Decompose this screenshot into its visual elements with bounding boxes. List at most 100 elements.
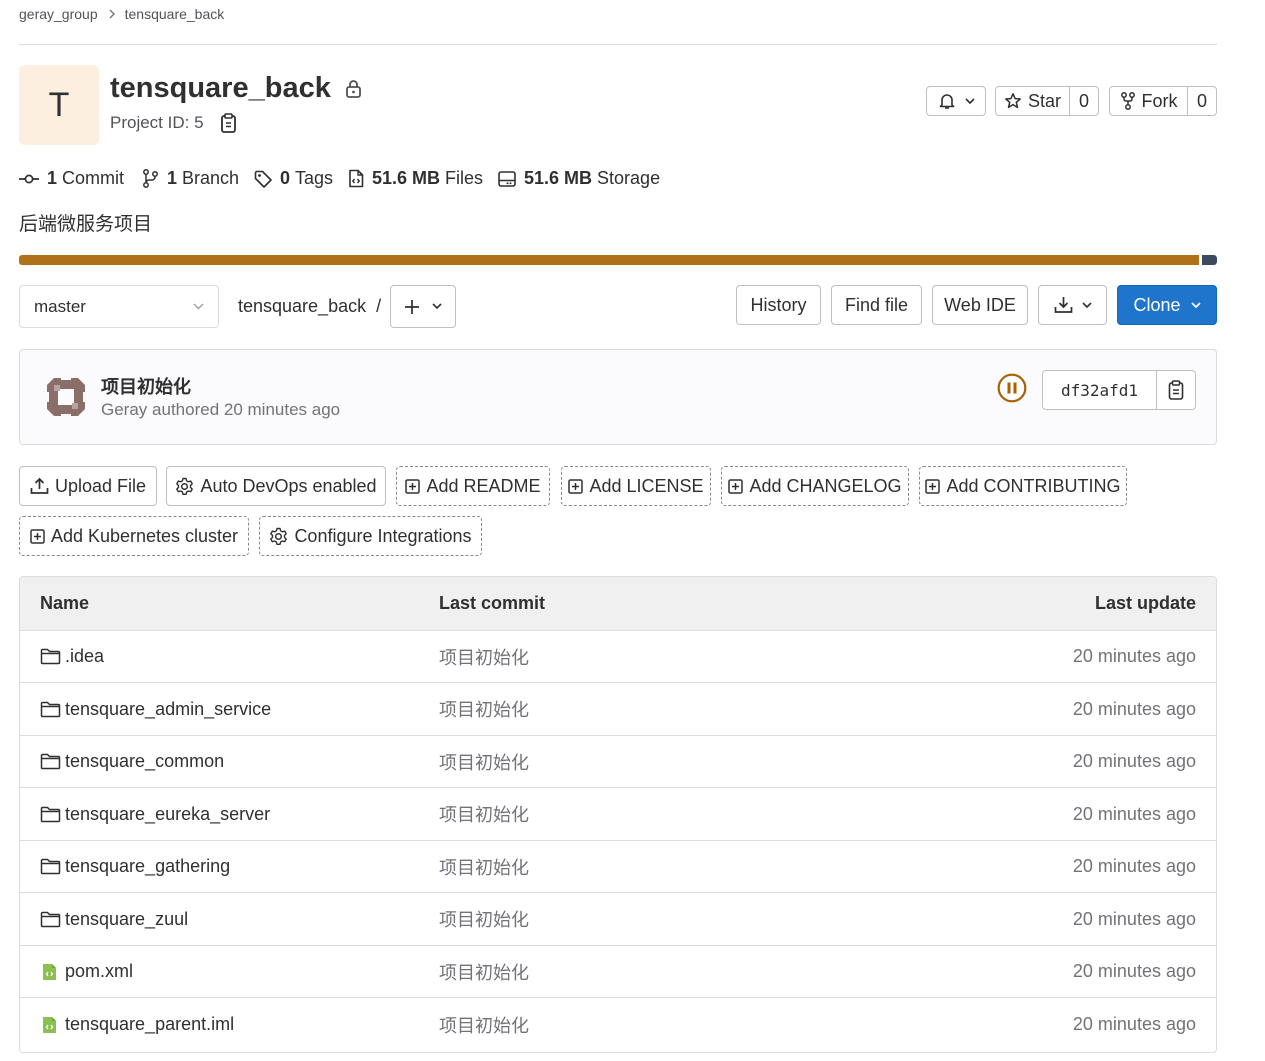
file-name[interactable]: tensquare_common	[65, 751, 224, 772]
history-button[interactable]: History	[736, 285, 821, 325]
language-bar	[19, 255, 1217, 265]
commits-stat[interactable]: 1 Commit	[19, 168, 124, 189]
files-label: Files	[445, 168, 484, 188]
branch-selector[interactable]: master	[19, 285, 219, 328]
row-commit[interactable]: 项目初始化	[439, 736, 529, 787]
breadcrumb-group-link[interactable]: geray_group	[19, 6, 98, 22]
storage-size: 51.6 MB	[524, 168, 593, 188]
add-contributing-label: Add CONTRIBUTING	[946, 475, 1121, 496]
row-commit[interactable]: 项目初始化	[439, 789, 529, 840]
pipeline-paused-icon[interactable]	[997, 373, 1027, 403]
project-avatar: T	[19, 65, 99, 145]
project-description: 后端微服务项目	[19, 214, 153, 235]
add-license-label: Add LICENSE	[589, 475, 704, 496]
row-commit[interactable]: 项目初始化	[439, 684, 529, 735]
table-row[interactable]: pom.xml 项目初始化 20 minutes ago	[20, 946, 1216, 998]
header-last-commit: Last commit	[439, 593, 546, 613]
language-bar-segment[interactable]	[19, 255, 1200, 265]
table-row[interactable]: tensquare_gathering 项目初始化 20 minutes ago	[20, 841, 1216, 893]
star-count[interactable]: 0	[1070, 87, 1098, 115]
file-name[interactable]: tensquare_eureka_server	[65, 804, 270, 825]
commit-sha-group: df32afd1	[1042, 370, 1196, 410]
add-kubernetes-button[interactable]: Add Kubernetes cluster	[19, 516, 249, 556]
star-button-group: Star 0	[995, 86, 1099, 116]
star-label: Star	[1027, 90, 1061, 111]
file-name[interactable]: tensquare_admin_service	[65, 699, 271, 720]
configure-integrations-button[interactable]: Configure Integrations	[259, 516, 482, 556]
folder-icon	[40, 806, 61, 823]
star-button[interactable]: Star	[996, 87, 1070, 115]
commit-title[interactable]: 项目初始化	[101, 373, 191, 399]
commit-sha[interactable]: df32afd1	[1043, 371, 1157, 409]
configure-integrations-label: Configure Integrations	[294, 525, 472, 546]
auto-devops-button[interactable]: Auto DevOps enabled	[166, 466, 386, 506]
folder-icon	[40, 753, 61, 770]
chevron-down-icon	[1190, 301, 1201, 309]
add-readme-button[interactable]: Add README	[396, 466, 550, 506]
add-contributing-button[interactable]: Add CONTRIBUTING	[919, 466, 1127, 506]
web-ide-button[interactable]: Web IDE	[932, 285, 1028, 325]
find-file-button[interactable]: Find file	[831, 285, 922, 325]
copy-project-id-icon[interactable]	[220, 113, 237, 133]
file-name[interactable]: .idea	[65, 646, 104, 667]
header-last-update: Last update	[1094, 593, 1196, 613]
branches-stat[interactable]: 1 Branch	[142, 168, 239, 189]
commit-author[interactable]: Geray	[101, 400, 147, 419]
folder-icon	[40, 648, 61, 665]
author-avatar[interactable]	[41, 372, 91, 422]
row-commit[interactable]: 项目初始化	[439, 999, 529, 1051]
branch-icon	[142, 169, 167, 188]
chevron-down-icon	[964, 97, 975, 105]
download-dropdown[interactable]	[1038, 285, 1107, 325]
commit-time: 20 minutes ago	[223, 400, 341, 419]
auto-devops-label: Auto DevOps enabled	[200, 475, 377, 496]
row-updated: 20 minutes ago	[1072, 646, 1196, 666]
add-changelog-button[interactable]: Add CHANGELOG	[721, 466, 909, 506]
table-row[interactable]: tensquare_zuul 项目初始化 20 minutes ago	[20, 894, 1216, 946]
copy-sha-icon[interactable]	[1157, 371, 1195, 409]
row-commit[interactable]: 项目初始化	[439, 946, 529, 997]
row-updated: 20 minutes ago	[1072, 698, 1196, 719]
plus-square-icon	[30, 528, 45, 544]
file-name[interactable]: tensquare_gathering	[65, 856, 230, 877]
row-commit[interactable]: 项目初始化	[439, 841, 529, 892]
plus-square-icon	[925, 478, 941, 494]
upload-file-button[interactable]: Upload File	[19, 466, 157, 506]
table-row[interactable]: .idea 项目初始化 20 minutes ago	[20, 631, 1216, 683]
table-row[interactable]: tensquare_eureka_server 项目初始化 20 minutes…	[20, 789, 1216, 841]
add-to-tree-dropdown[interactable]	[390, 285, 456, 328]
files-stat[interactable]: 51.6 MB Files	[348, 168, 483, 189]
table-header: Name Last commit Last update	[20, 577, 1216, 631]
fork-button[interactable]: Fork	[1110, 87, 1188, 115]
tags-stat[interactable]: 0 Tags	[254, 168, 333, 189]
row-updated: 20 minutes ago	[1072, 803, 1196, 824]
plus-square-icon	[728, 478, 744, 494]
row-updated: 20 minutes ago	[1072, 856, 1196, 876]
file-name[interactable]: tensquare_parent.iml	[65, 1014, 234, 1035]
branch-name: master	[34, 296, 86, 316]
disk-icon	[498, 170, 524, 187]
file-tree-table: Name Last commit Last update .idea 项目初始化…	[19, 576, 1217, 1053]
file-name[interactable]: pom.xml	[65, 961, 133, 982]
chevron-right-icon	[108, 9, 116, 19]
table-row[interactable]: tensquare_common 项目初始化 20 minutes ago	[20, 736, 1216, 788]
project-id-label: Project ID: 5	[110, 113, 204, 132]
clone-dropdown[interactable]: Clone	[1117, 285, 1217, 325]
project-avatar-letter: T	[48, 85, 70, 124]
language-bar-segment[interactable]	[1202, 255, 1217, 265]
breadcrumb-project-link[interactable]: tensquare_back	[125, 6, 225, 22]
row-commit[interactable]: 项目初始化	[439, 894, 529, 945]
row-commit[interactable]: 项目初始化	[439, 631, 529, 682]
table-row[interactable]: tensquare_admin_service 项目初始化 20 minutes…	[20, 684, 1216, 736]
commits-count: 1	[47, 168, 58, 188]
file-name[interactable]: tensquare_zuul	[65, 909, 188, 930]
storage-stat[interactable]: 51.6 MB Storage	[498, 168, 660, 189]
table-row[interactable]: tensquare_parent.iml 项目初始化 20 minutes ag…	[20, 999, 1216, 1051]
download-icon	[1054, 296, 1073, 314]
settings-icon	[269, 527, 288, 546]
fork-count[interactable]: 0	[1188, 87, 1216, 115]
xml-file-icon	[42, 963, 57, 981]
add-license-button[interactable]: Add LICENSE	[561, 466, 711, 506]
notifications-dropdown[interactable]	[926, 86, 986, 116]
repo-path-root[interactable]: tensquare_back	[238, 296, 366, 317]
